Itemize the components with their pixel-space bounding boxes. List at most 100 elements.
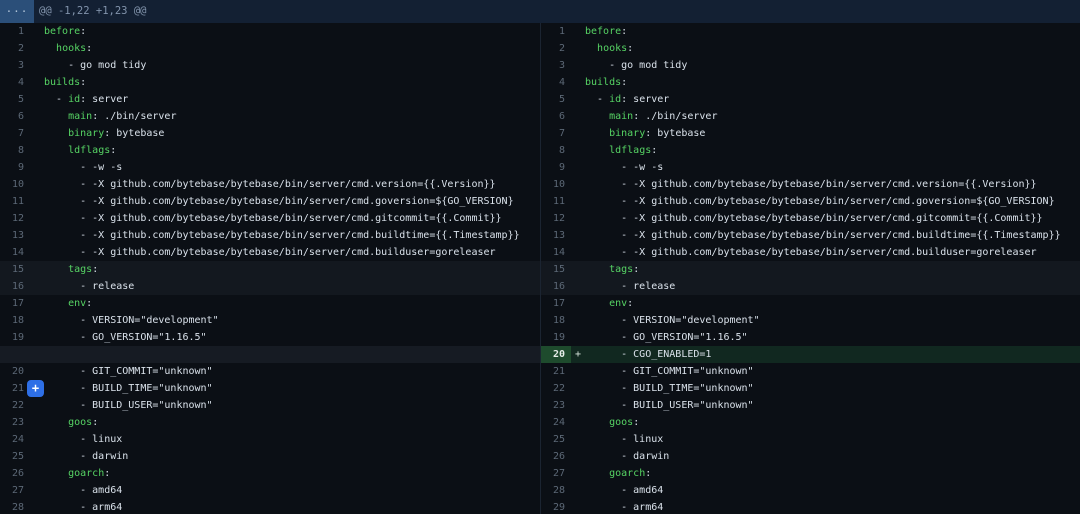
diff-marker [30, 329, 44, 346]
yaml-key: env [609, 298, 627, 309]
line-number[interactable]: 22 [0, 397, 30, 414]
line-number[interactable]: 26 [541, 448, 571, 465]
line-number[interactable]: 6 [0, 108, 30, 125]
line-number[interactable]: 27 [0, 482, 30, 499]
line-number[interactable]: 21 [0, 380, 30, 397]
line-number[interactable]: 20 [0, 363, 30, 380]
line-number[interactable]: 16 [541, 278, 571, 295]
line-number[interactable]: 7 [541, 125, 571, 142]
diff-marker [571, 363, 585, 380]
line-number[interactable]: 19 [541, 329, 571, 346]
yaml-text: - GIT_COMMIT="unknown" [585, 366, 754, 377]
code-line-content: ldflags: [44, 142, 116, 159]
yaml-text: - CGO_ENABLED=1 [585, 349, 711, 360]
line-number[interactable]: 11 [541, 193, 571, 210]
line-number[interactable]: 25 [0, 448, 30, 465]
line-number[interactable]: 5 [0, 91, 30, 108]
diff-marker [30, 278, 44, 295]
line-number[interactable]: 6 [541, 108, 571, 125]
diff-line: 15 tags: [0, 261, 540, 278]
line-number[interactable]: 8 [0, 142, 30, 159]
line-number[interactable]: 2 [0, 40, 30, 57]
line-number[interactable]: 25 [541, 431, 571, 448]
code-line-content: - -X github.com/bytebase/bytebase/bin/se… [585, 193, 1055, 210]
line-number[interactable]: 22 [541, 380, 571, 397]
line-number[interactable]: 11 [0, 193, 30, 210]
line-number[interactable]: 23 [0, 414, 30, 431]
line-number[interactable]: 24 [0, 431, 30, 448]
line-number[interactable]: 19 [0, 329, 30, 346]
line-number[interactable]: 26 [0, 465, 30, 482]
yaml-text: - VERSION="development" [585, 315, 760, 326]
line-number[interactable]: 20 [541, 346, 571, 363]
line-number[interactable]: 3 [541, 57, 571, 74]
line-number[interactable]: 5 [541, 91, 571, 108]
line-number[interactable]: 28 [541, 482, 571, 499]
line-number[interactable]: 9 [541, 159, 571, 176]
line-number[interactable]: 10 [541, 176, 571, 193]
line-number[interactable]: 1 [541, 23, 571, 40]
code-line-content: binary: bytebase [44, 125, 164, 142]
line-number[interactable]: 13 [0, 227, 30, 244]
code-line-content: tags: [44, 261, 98, 278]
diff-line: 25 - darwin [0, 448, 540, 465]
diff-marker [30, 125, 44, 142]
line-number[interactable]: 3 [0, 57, 30, 74]
diff-line: 17 env: [541, 295, 1080, 312]
diff-line-placeholder [0, 346, 540, 363]
code-line-content: - arm64 [585, 499, 663, 514]
code-line-content: - -X github.com/bytebase/bytebase/bin/se… [585, 176, 1037, 193]
code-line-content: - GO_VERSION="1.16.5" [585, 329, 748, 346]
line-number[interactable]: 4 [541, 74, 571, 91]
yaml-text: : [651, 145, 657, 156]
diff-line: 11 - -X github.com/bytebase/bytebase/bin… [541, 193, 1080, 210]
line-number[interactable]: 18 [0, 312, 30, 329]
line-number[interactable]: 17 [0, 295, 30, 312]
expand-hunk-button[interactable]: ··· [0, 0, 34, 23]
line-number[interactable]: 14 [0, 244, 30, 261]
diff-line: 13 - -X github.com/bytebase/bytebase/bin… [0, 227, 540, 244]
yaml-text: : server [621, 94, 669, 105]
yaml-text: : ./bin/server [633, 111, 717, 122]
code-line-content: - BUILD_TIME="unknown" [585, 380, 754, 397]
diff-line: 12 - -X github.com/bytebase/bytebase/bin… [541, 210, 1080, 227]
code-line-content: before: [585, 23, 627, 40]
add-comment-button[interactable]: + [27, 380, 44, 397]
line-number[interactable]: 21 [541, 363, 571, 380]
diff-marker [30, 482, 44, 499]
yaml-text: - go mod tidy [585, 60, 687, 71]
code-line-content: ldflags: [585, 142, 657, 159]
line-number[interactable]: 23 [541, 397, 571, 414]
code-line-content: env: [44, 295, 92, 312]
yaml-text: : [627, 43, 633, 54]
yaml-key: id [609, 94, 621, 105]
line-number[interactable]: 29 [541, 499, 571, 514]
line-number[interactable]: 7 [0, 125, 30, 142]
line-number[interactable]: 4 [0, 74, 30, 91]
line-number[interactable]: 18 [541, 312, 571, 329]
line-number[interactable]: 13 [541, 227, 571, 244]
code-line-content: - -w -s [585, 159, 663, 176]
line-number[interactable]: 8 [541, 142, 571, 159]
line-number[interactable]: 10 [0, 176, 30, 193]
line-number[interactable]: 14 [541, 244, 571, 261]
line-number[interactable]: 27 [541, 465, 571, 482]
yaml-text: : ./bin/server [92, 111, 176, 122]
line-number[interactable]: 24 [541, 414, 571, 431]
line-number[interactable]: 15 [0, 261, 30, 278]
diff-marker [571, 74, 585, 91]
line-number[interactable]: 17 [541, 295, 571, 312]
diff-line: 2 hooks: [0, 40, 540, 57]
line-number[interactable]: 2 [541, 40, 571, 57]
line-number[interactable]: 12 [0, 210, 30, 227]
yaml-key: before [44, 26, 80, 37]
line-number[interactable]: 1 [0, 23, 30, 40]
diff-line: 24 - linux [0, 431, 540, 448]
line-number[interactable]: 12 [541, 210, 571, 227]
line-number[interactable]: 28 [0, 499, 30, 514]
line-number[interactable]: 16 [0, 278, 30, 295]
line-number[interactable]: 9 [0, 159, 30, 176]
line-number[interactable]: 15 [541, 261, 571, 278]
code-line-content: - VERSION="development" [44, 312, 219, 329]
code-line-content: - id: server [44, 91, 128, 108]
